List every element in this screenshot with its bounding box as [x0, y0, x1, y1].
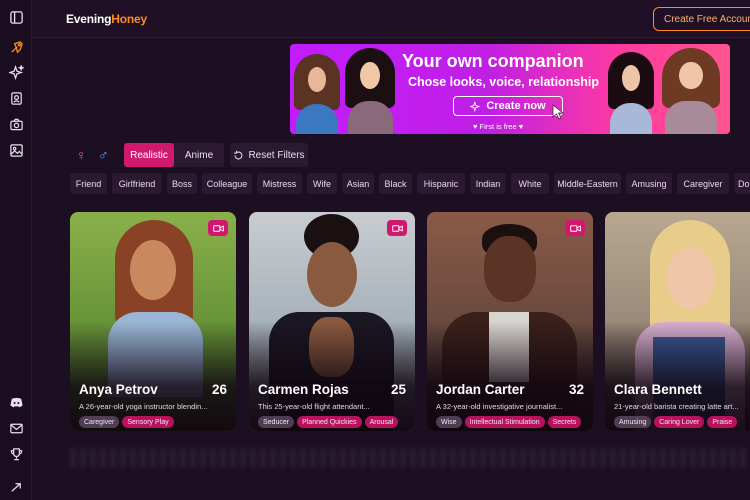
gallery-icon[interactable]	[7, 89, 25, 107]
promo-banner[interactable]: Your own companion Chose looks, voice, r…	[290, 44, 730, 134]
style-realistic-button[interactable]: Realistic	[124, 143, 174, 167]
discord-icon[interactable]	[7, 393, 25, 411]
character-tag: Sensory Play	[122, 416, 174, 428]
female-icon[interactable]: ♀	[76, 147, 87, 163]
reset-filters-button[interactable]: Reset Filters	[230, 143, 308, 167]
tag-amusing[interactable]: Amusing	[626, 173, 672, 194]
character-tag: Seducer	[258, 416, 295, 428]
video-icon	[208, 220, 228, 236]
character-card[interactable]: Clara Bennett 21-year-old barista creati…	[605, 212, 750, 431]
male-icon[interactable]: ♂	[98, 147, 109, 163]
camera-icon[interactable]	[7, 115, 25, 133]
collapse-icon[interactable]	[7, 478, 25, 496]
app-logo[interactable]: EveningHoney	[66, 12, 147, 26]
next-row-placeholder	[70, 448, 750, 468]
tag-friend[interactable]: Friend	[70, 173, 107, 194]
sparkle-icon	[470, 100, 481, 112]
trophy-icon[interactable]	[7, 445, 25, 463]
mail-icon[interactable]	[7, 419, 25, 437]
character-tags: Amusing Caring Lover Praise	[614, 416, 738, 428]
character-tag: Caring Lover	[654, 416, 705, 428]
sidebar	[0, 0, 32, 500]
sidebar-toggle-icon[interactable]	[7, 8, 25, 26]
create-account-button[interactable]: Create Free Account	[653, 7, 750, 31]
banner-character-3	[608, 52, 654, 134]
character-description: This 25-year-old flight attendant...	[258, 402, 370, 411]
character-tag: Planned Quickies	[297, 416, 362, 428]
character-card[interactable]: Anya Petrov 26 A 26-year-old yoga instru…	[70, 212, 236, 431]
character-name: Clara Bennett	[614, 382, 702, 397]
style-anime-button[interactable]: Anime	[174, 143, 224, 167]
refresh-icon	[234, 150, 243, 159]
character-age: 26	[211, 382, 227, 397]
character-name: Carmen Rojas	[258, 382, 349, 397]
character-description: A 32-year-old investigative journalist..…	[436, 402, 563, 411]
character-tags: Caregiver Sensory Play	[79, 416, 174, 428]
video-icon	[565, 220, 585, 236]
character-card[interactable]: Jordan Carter 32 A 32-year-old investiga…	[427, 212, 593, 431]
tag-indian[interactable]: Indian	[470, 173, 506, 194]
tag-girlfriend[interactable]: Girlfriend	[112, 173, 162, 194]
character-age: 25	[390, 382, 406, 397]
character-tag: Amusing	[614, 416, 652, 428]
create-now-button[interactable]: Create now	[453, 96, 563, 116]
tag-overflow[interactable]: Do	[734, 173, 750, 194]
character-tag: Praise	[707, 416, 738, 428]
video-icon	[387, 220, 407, 236]
character-name: Anya Petrov	[79, 382, 158, 397]
character-tags: Wise Intellectual Stimulation Secrets	[436, 416, 582, 428]
top-header: EveningHoney Create Free Account	[32, 0, 750, 38]
banner-character-2	[345, 48, 395, 134]
banner-free-note: ♥ First is free ♥	[473, 122, 524, 131]
character-tag: Wise	[436, 416, 462, 428]
character-tag: Secrets	[547, 416, 582, 428]
tag-hispanic[interactable]: Hispanic	[417, 173, 465, 194]
character-tags: Seducer Planned Quickies Arousal	[258, 416, 399, 428]
character-tag: Arousal	[364, 416, 399, 428]
tag-asian[interactable]: Asian	[342, 173, 374, 194]
character-age: 32	[568, 382, 584, 397]
sparkle-icon[interactable]	[7, 63, 25, 81]
character-tag: Caregiver	[79, 416, 120, 428]
tag-wife[interactable]: Wife	[307, 173, 337, 194]
character-tag: Intellectual Stimulation	[464, 416, 545, 428]
tag-mistress[interactable]: Mistress	[257, 173, 302, 194]
style-toggle: Realistic Anime	[124, 143, 224, 167]
tag-boss[interactable]: Boss	[167, 173, 197, 194]
tag-black[interactable]: Black	[379, 173, 412, 194]
tag-caregiver[interactable]: Caregiver	[677, 173, 729, 194]
character-description: A 26-year-old yoga instructor blendin...	[79, 402, 208, 411]
banner-character-4	[662, 48, 720, 134]
character-description: 21-year-old barista creating latte art..…	[614, 402, 739, 411]
image-icon[interactable]	[7, 141, 25, 159]
gender-filter: ♀ ♂	[70, 143, 120, 167]
character-card[interactable]: Carmen Rojas 25 This 25-year-old flight …	[249, 212, 415, 431]
banner-character-1	[294, 54, 340, 134]
banner-title: Your own companion	[402, 51, 584, 71]
banner-subtitle: Chose looks, voice, relationship	[408, 75, 600, 89]
tag-colleague[interactable]: Colleague	[202, 173, 252, 194]
tag-white[interactable]: White	[511, 173, 549, 194]
character-name: Jordan Carter	[436, 382, 525, 397]
tag-middle-eastern[interactable]: Middle-Eastern	[554, 173, 621, 194]
cursor-icon	[552, 104, 565, 120]
rocket-icon[interactable]	[7, 38, 25, 56]
